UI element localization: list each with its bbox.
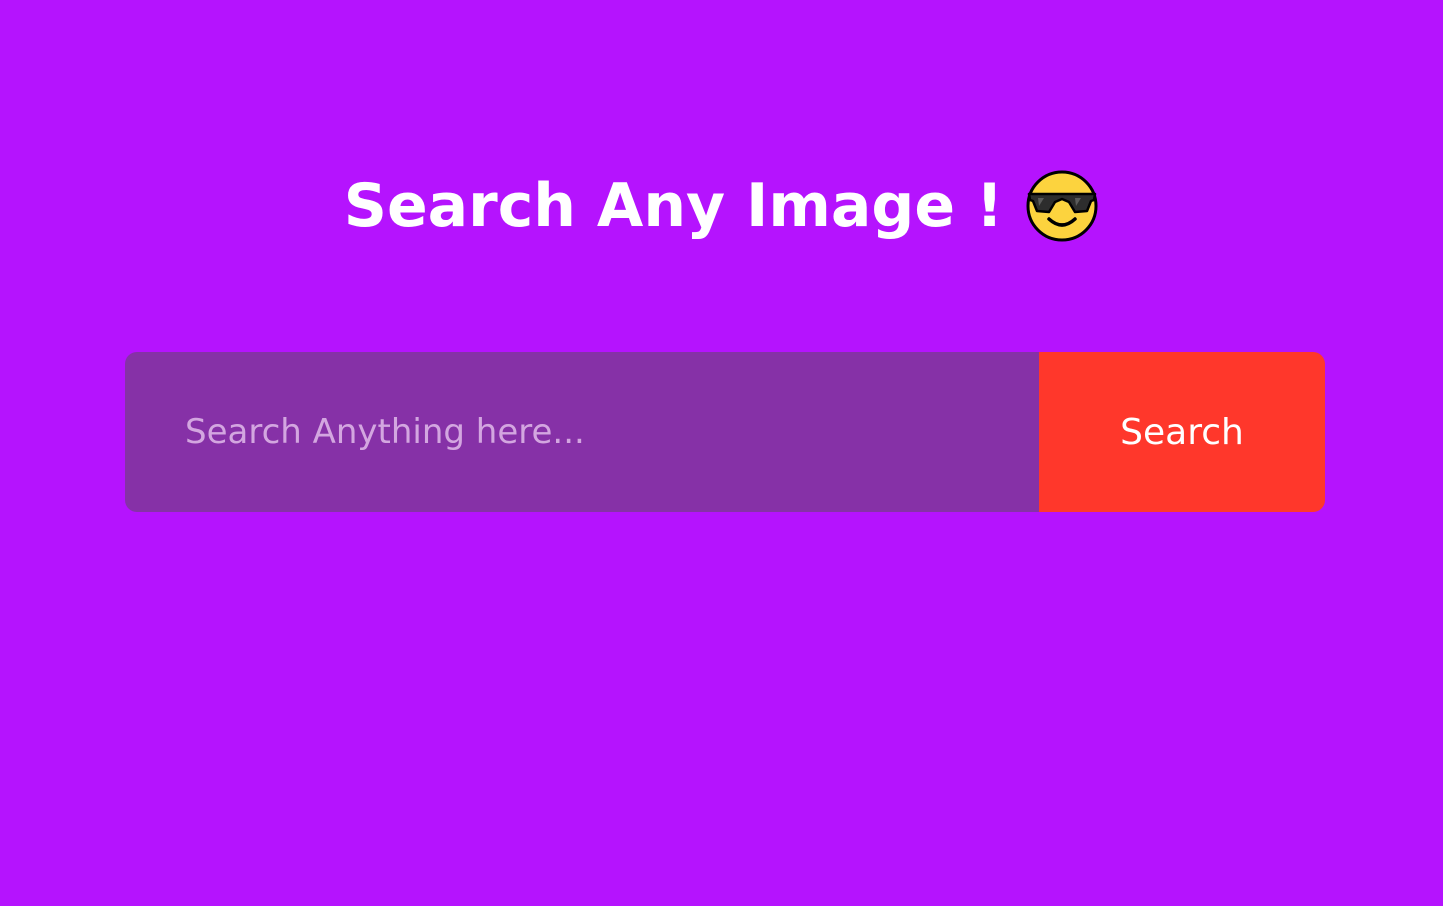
search-button[interactable]: Search (1039, 352, 1325, 512)
page-title: Search Any Image ! (343, 171, 1004, 241)
search-form: Search (125, 352, 1325, 512)
smiling-face-with-sunglasses-icon (1026, 170, 1098, 242)
search-input[interactable] (125, 352, 1039, 512)
header: Search Any Image ! (0, 166, 1443, 246)
page: Search Any Image ! Search (0, 0, 1443, 906)
